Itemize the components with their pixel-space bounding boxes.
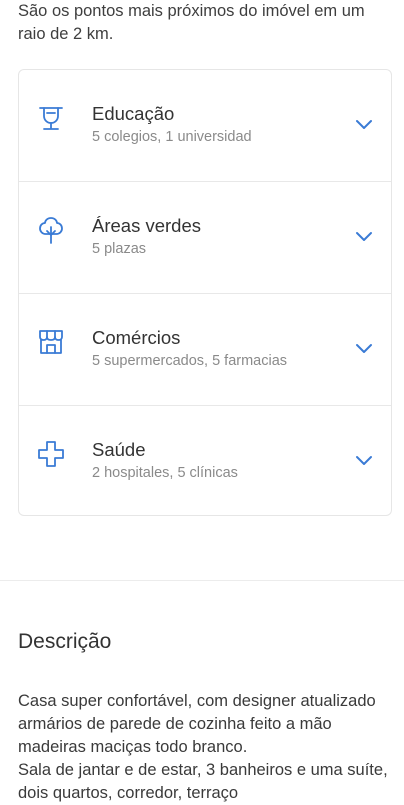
- description-text: Casa super confortável, com designer atu…: [18, 692, 388, 802]
- health-cross-icon: [38, 441, 64, 467]
- chevron-down-icon[interactable]: [355, 454, 373, 466]
- section-divider: [0, 580, 404, 581]
- store-icon: [39, 330, 63, 354]
- chevron-down-icon[interactable]: [355, 342, 373, 354]
- point-item-green-areas[interactable]: Áreas verdes 5 plazas: [19, 182, 391, 294]
- school-icon: [39, 107, 63, 130]
- tree-icon: [39, 217, 63, 244]
- point-item-commerce[interactable]: Comércios 5 supermercados, 5 farmacias: [19, 294, 391, 406]
- nearby-points-list: Educação 5 colegios, 1 universidad Áreas…: [18, 69, 392, 516]
- point-title: Educação: [92, 103, 175, 124]
- point-item-health[interactable]: Saúde 2 hospitales, 5 clínicas: [19, 406, 391, 518]
- point-title: Áreas verdes: [92, 215, 201, 236]
- point-title: Comércios: [92, 327, 181, 348]
- point-subtitle: 5 plazas: [92, 241, 147, 257]
- chevron-down-icon[interactable]: [355, 118, 373, 130]
- description-title: Descrição: [18, 630, 112, 653]
- nearby-points-intro: São os pontos mais próximos do imóvel em…: [18, 2, 365, 43]
- point-title: Saúde: [92, 439, 146, 460]
- point-subtitle: 5 colegios, 1 universidad: [92, 129, 252, 145]
- point-subtitle: 2 hospitales, 5 clínicas: [92, 465, 238, 481]
- point-subtitle: 5 supermercados, 5 farmacias: [92, 353, 288, 369]
- chevron-down-icon[interactable]: [355, 230, 373, 242]
- point-item-education[interactable]: Educação 5 colegios, 1 universidad: [19, 70, 391, 182]
